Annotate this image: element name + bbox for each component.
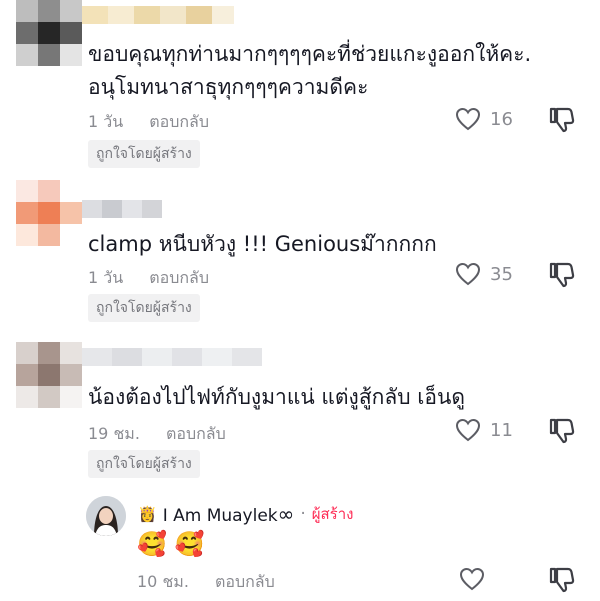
like-count: 11 xyxy=(490,419,513,441)
like-button[interactable]: 11 xyxy=(455,418,513,442)
crown-emoji-icon: 👸 xyxy=(138,505,157,523)
reply-button[interactable]: ตอบกลับ xyxy=(149,110,209,135)
blurred-username[interactable] xyxy=(82,6,234,24)
reply-button[interactable]: ตอบกลับ xyxy=(215,570,275,595)
like-button[interactable] xyxy=(459,567,485,591)
thumbs-down-icon xyxy=(549,262,575,288)
comment-text-line-1: น้องต้องไปไฟท์กับงูมาแน่ แต่งูสู้กลับ เอ… xyxy=(88,385,466,409)
heart-outline-icon xyxy=(459,567,485,591)
heart-outline-icon xyxy=(455,262,481,286)
creator-avatar[interactable] xyxy=(86,496,126,536)
blurred-avatar[interactable] xyxy=(16,0,82,66)
comment-meta: 1 วัน ตอบกลับ xyxy=(88,266,209,291)
comment-text-line-1: clamp หนีบหัวงู !!! Geniousม๊ากกกก xyxy=(88,232,437,256)
creator-label: ผู้สร้าง xyxy=(311,505,354,523)
heart-outline-icon xyxy=(455,107,481,131)
reply-button[interactable]: ตอบกลับ xyxy=(149,266,209,291)
like-count: 16 xyxy=(490,108,513,130)
liked-by-creator-badge: ถูกใจโดยผู้สร้าง xyxy=(88,294,200,322)
blurred-avatar[interactable] xyxy=(16,342,82,408)
username-text: I Am Muaylek xyxy=(162,506,278,526)
dislike-button[interactable] xyxy=(548,261,576,293)
dislike-button[interactable] xyxy=(548,106,576,138)
like-count: 35 xyxy=(490,263,513,285)
heart-outline-icon xyxy=(455,418,481,442)
blurred-avatar[interactable] xyxy=(16,180,82,246)
thumbs-down-icon xyxy=(549,567,575,593)
reply-time: 10 ชม. xyxy=(137,572,189,591)
like-button[interactable]: 16 xyxy=(455,107,513,131)
blurred-username[interactable] xyxy=(82,200,162,218)
comment-text-line-2: อนุโมทนาสาธุทุกๆๆๆความดีคะ xyxy=(88,75,369,99)
creator-username[interactable]: I Am Muaylek∞ xyxy=(163,502,295,526)
username-suffix: ∞ xyxy=(277,502,295,526)
liked-by-creator-badge: ถูกใจโดยผู้สร้าง xyxy=(88,140,200,168)
reply-text: 🥰 🥰 xyxy=(137,530,205,558)
liked-by-creator-badge: ถูกใจโดยผู้สร้าง xyxy=(88,450,200,478)
comment-time: 1 วัน xyxy=(88,112,124,131)
thumbs-down-icon xyxy=(549,418,575,444)
comment-time: 1 วัน xyxy=(88,268,124,287)
separator-dot: · xyxy=(300,504,306,524)
reply-button[interactable]: ตอบกลับ xyxy=(166,422,226,447)
comment-time: 19 ชม. xyxy=(88,424,140,443)
comment-meta: 1 วัน ตอบกลับ xyxy=(88,110,209,135)
thumbs-down-icon xyxy=(549,107,575,133)
comment-text-line-1: ขอบคุณทุกท่านมากๆๆๆๆคะที่ช่วยแกะงูออกให้… xyxy=(88,42,532,66)
comment-meta: 19 ชม. ตอบกลับ xyxy=(88,422,226,447)
reply-meta: 10 ชม. ตอบกลับ xyxy=(137,570,275,595)
reply-header: 👸 I Am Muaylek∞ · ผู้สร้าง xyxy=(138,502,353,526)
dislike-button[interactable] xyxy=(548,417,576,449)
avatar-photo xyxy=(86,496,126,536)
blurred-username[interactable] xyxy=(82,348,262,366)
dislike-button[interactable] xyxy=(548,566,576,598)
like-button[interactable]: 35 xyxy=(455,262,513,286)
